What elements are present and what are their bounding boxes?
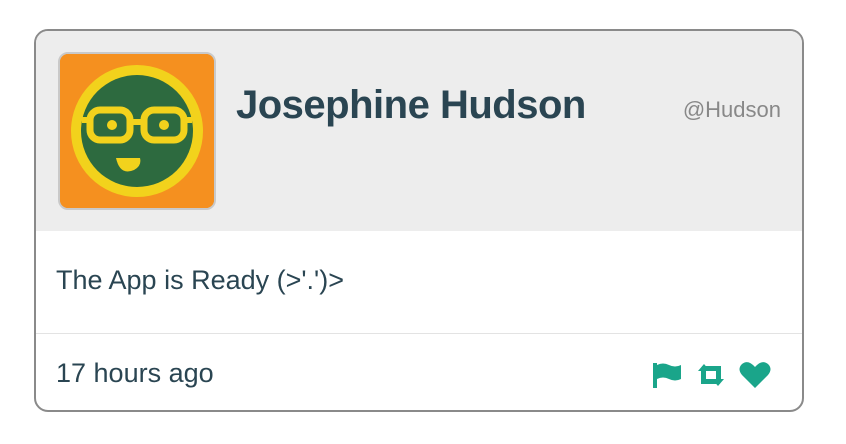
card-footer: 17 hours ago — [36, 334, 802, 410]
retweet-button[interactable] — [694, 360, 728, 390]
user-handle[interactable]: @Hudson — [683, 97, 781, 123]
timestamp: 17 hours ago — [56, 358, 214, 388]
flag-button[interactable] — [650, 360, 684, 390]
action-bar — [650, 360, 772, 390]
message-card: Josephine Hudson @Hudson The App is Read… — [34, 29, 804, 412]
retweet-icon — [698, 364, 724, 386]
nerd-face-avatar-icon — [60, 54, 214, 208]
message-text: The App is Ready (>'.')> — [56, 265, 344, 295]
user-name: Josephine Hudson — [236, 83, 586, 127]
avatar[interactable] — [58, 52, 216, 210]
like-button[interactable] — [738, 360, 772, 390]
card-body: The App is Ready (>'.')> — [36, 231, 802, 334]
flag-icon — [653, 363, 681, 388]
heart-icon — [739, 362, 771, 388]
card-header: Josephine Hudson @Hudson — [36, 31, 802, 231]
